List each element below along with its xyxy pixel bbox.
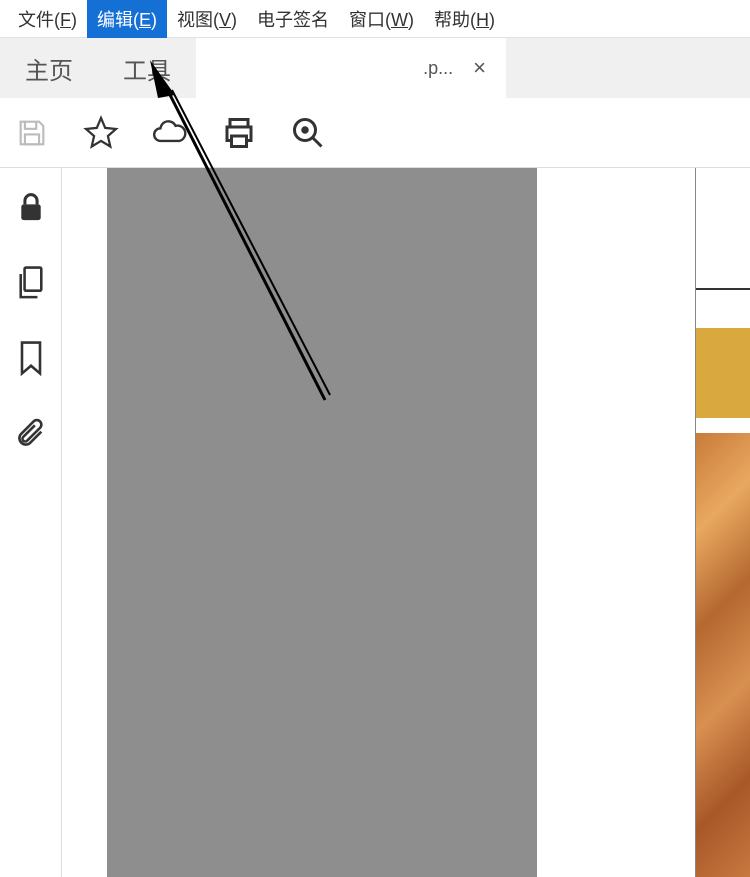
pages-icon [15,265,47,301]
tabbar: 主页 工具 .p... × [0,38,750,98]
right-panel-peek [695,168,750,877]
main-area [0,168,750,877]
tab-document-label: .p... [423,58,453,79]
menu-help[interactable]: 帮助(H) [424,0,505,38]
sidebar-left [0,168,62,877]
tab-tools[interactable]: 工具 [98,38,196,98]
star-icon [83,115,119,151]
lock-icon [16,191,46,225]
menu-file[interactable]: 文件(F) [8,0,87,38]
tab-home[interactable]: 主页 [0,38,98,98]
toolbar [0,98,750,168]
save-button[interactable] [10,111,54,155]
save-icon [15,116,49,150]
cloud-button[interactable] [148,111,192,155]
document-page [107,168,537,877]
menu-sign[interactable]: 电子签名 [247,0,339,38]
pages-button[interactable] [11,263,51,303]
cloud-icon [151,116,189,150]
paperclip-icon [15,415,47,451]
peek-image [696,433,750,877]
attachment-button[interactable] [11,413,51,453]
peek-gold-band [696,328,750,418]
tab-document[interactable]: .p... × [196,38,506,98]
tab-close-button[interactable]: × [468,55,491,81]
bookmark-icon [18,340,44,376]
peek-divider [696,288,750,290]
zoom-button[interactable] [286,111,330,155]
print-icon [221,115,257,151]
print-button[interactable] [217,111,261,155]
menu-window[interactable]: 窗口(W) [339,0,424,38]
menu-edit[interactable]: 编辑(E) [87,0,167,38]
menu-view[interactable]: 视图(V) [167,0,247,38]
lock-button[interactable] [11,188,51,228]
document-viewport[interactable] [62,168,750,877]
menubar: 文件(F) 编辑(E) 视图(V) 电子签名 窗口(W) 帮助(H) [0,0,750,38]
star-button[interactable] [79,111,123,155]
zoom-icon [290,115,326,151]
bookmark-button[interactable] [11,338,51,378]
